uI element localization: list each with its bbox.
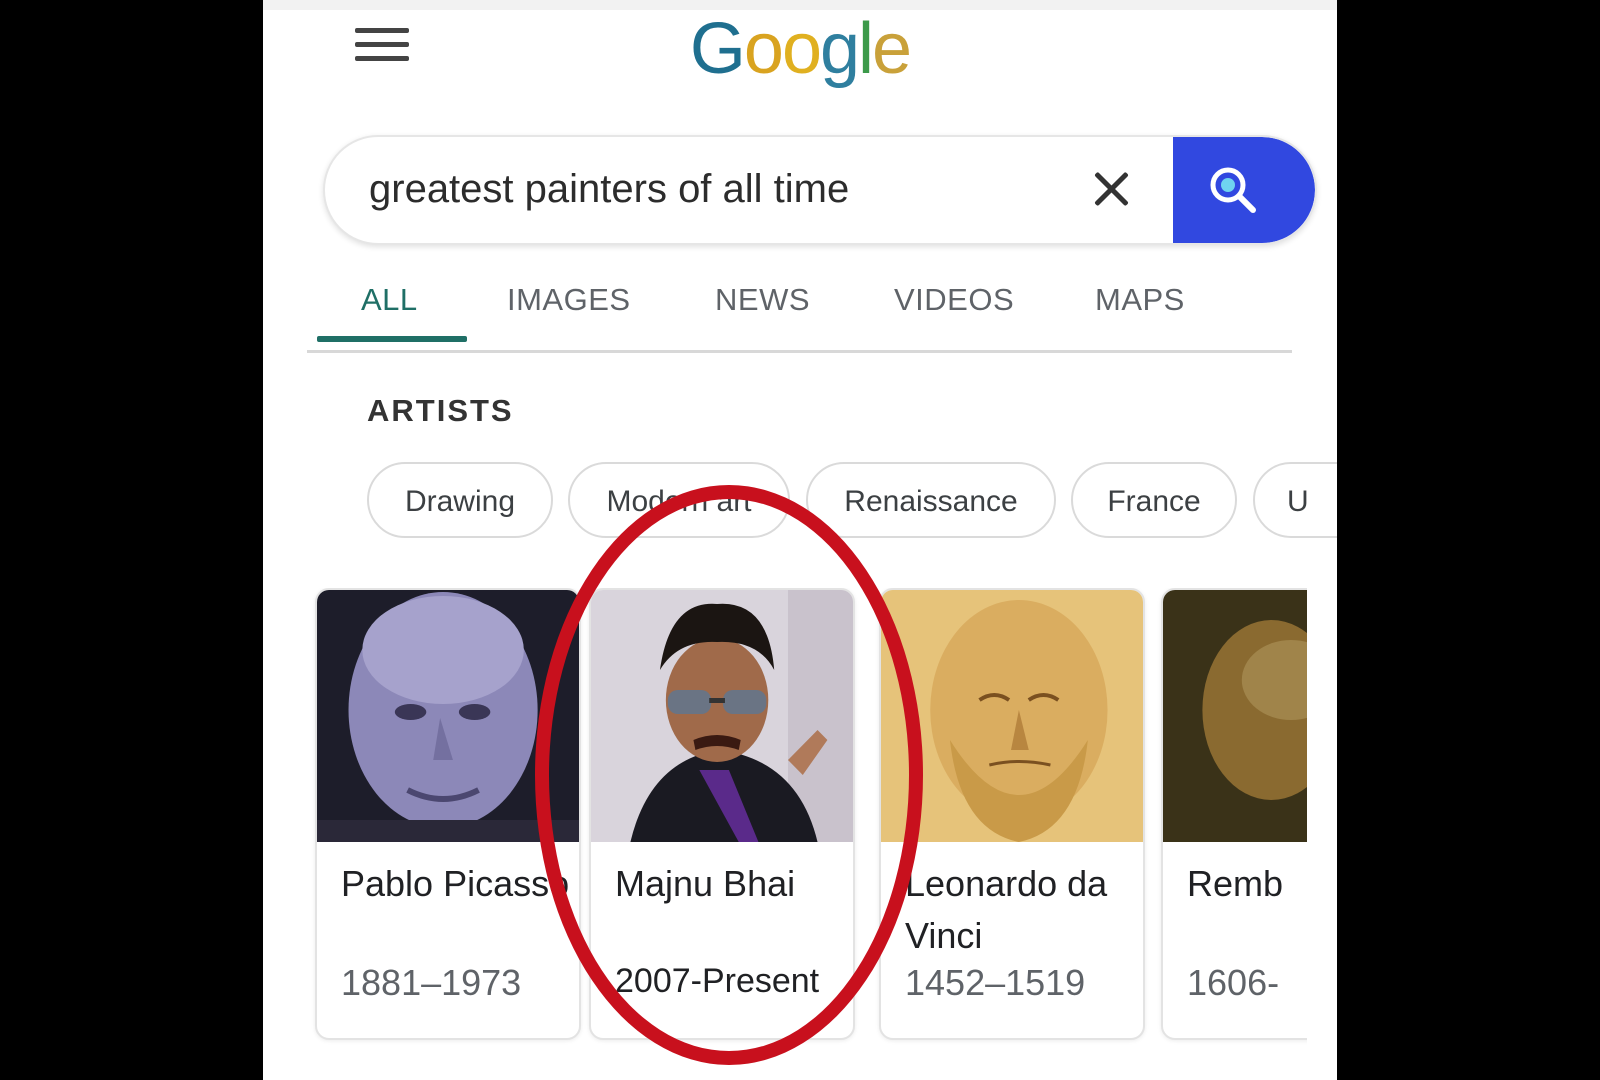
artist-name: Leonardo da Vinci (905, 863, 1108, 956)
logo-letter: e (872, 9, 912, 89)
tab-maps[interactable]: MAPS (1095, 282, 1185, 318)
tab-images[interactable]: IMAGES (507, 282, 631, 318)
chip-drawing[interactable]: Drawing (367, 462, 553, 538)
artist-carousel: Pablo Picasso 1881–1973 Majnu Bhai 2007-… (263, 588, 1307, 1048)
artist-name: Majnu Bhai (615, 863, 796, 904)
artist-years: 1452–1519 (905, 962, 1086, 1003)
chip-renaissance[interactable]: Renaissance (806, 462, 1056, 538)
search-bar[interactable]: greatest painters of all time (323, 135, 1317, 245)
artist-card[interactable]: Leonardo da Vinci 1452–1519 (879, 588, 1145, 1040)
logo-letter: G (689, 9, 746, 89)
artist-years: 1881–1973 (341, 962, 522, 1003)
section-title: ARTISTS (367, 393, 514, 428)
artist-name: Pablo Picasso (341, 863, 570, 904)
clear-icon[interactable] (1085, 163, 1137, 215)
search-tabs: ALL IMAGES NEWS VIDEOS MAPS (307, 270, 1292, 353)
tab-news[interactable]: NEWS (715, 282, 810, 318)
tab-all[interactable]: ALL (361, 282, 418, 318)
search-icon (1210, 167, 1256, 213)
chip-france[interactable]: France (1071, 462, 1237, 538)
search-button[interactable] (1173, 137, 1315, 243)
logo-letter: l (858, 9, 874, 89)
artist-name: Remb (1187, 863, 1284, 904)
active-tab-indicator (317, 336, 467, 342)
google-logo[interactable]: Google (263, 8, 1337, 90)
logo-letter: g (820, 9, 860, 89)
artist-card[interactable]: Majnu Bhai 2007-Present (589, 588, 855, 1040)
logo-letter: o (743, 9, 784, 89)
phone-screen: Google greatest painters of all time ALL… (263, 0, 1337, 1080)
artist-card[interactable]: Pablo Picasso 1881–1973 (315, 588, 581, 1040)
logo-letter: o (781, 9, 822, 89)
artist-photo (317, 590, 579, 842)
chip-modern-art[interactable]: Modern art (568, 462, 790, 538)
artist-photo (1163, 590, 1307, 842)
tab-videos[interactable]: VIDEOS (894, 282, 1014, 318)
artist-card[interactable]: Remb 1606- (1161, 588, 1307, 1040)
artist-years: 1606- (1187, 962, 1280, 1003)
artist-years: 2007-Present (615, 962, 820, 1000)
search-input[interactable]: greatest painters of all time (369, 167, 849, 212)
artist-photo (591, 590, 853, 842)
filter-chips: Drawing Modern art Renaissance France U (263, 462, 1337, 546)
chip-more[interactable]: U (1253, 462, 1337, 538)
artist-photo (881, 590, 1143, 842)
